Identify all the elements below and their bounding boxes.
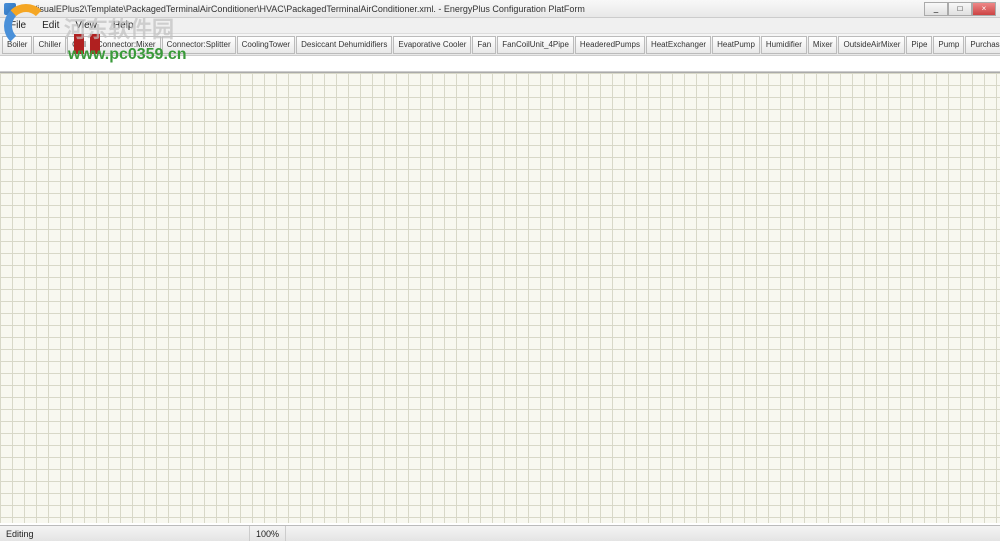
tool-coil[interactable]: Coil: [67, 36, 91, 54]
status-zoom: 100%: [250, 526, 286, 541]
app-icon: [4, 3, 16, 15]
tool-chiller[interactable]: Chiller: [33, 36, 66, 54]
window-title: D:\VisualEPlus2\Template\PackagedTermina…: [20, 4, 924, 14]
tool-fancoil-4pipe[interactable]: FanCoilUnit_4Pipe: [497, 36, 574, 54]
statusbar: Editing 100%: [0, 525, 1000, 541]
tool-humidifier[interactable]: Humidifier: [761, 36, 807, 54]
status-mode: Editing: [0, 526, 250, 541]
tool-desiccant-dehumidifiers[interactable]: Desiccant Dehumidifiers: [296, 36, 392, 54]
maximize-button[interactable]: □: [948, 2, 972, 16]
tool-connector-mixer[interactable]: Connector:Mixer: [92, 36, 161, 54]
window-titlebar: D:\VisualEPlus2\Template\PackagedTermina…: [0, 0, 1000, 18]
menu-edit[interactable]: Edit: [34, 19, 67, 32]
minimize-button[interactable]: _: [924, 2, 948, 16]
ruler-area: [0, 56, 1000, 72]
close-button[interactable]: ×: [972, 2, 996, 16]
menu-help[interactable]: Help: [105, 19, 142, 32]
tool-mixer[interactable]: Mixer: [808, 36, 838, 54]
component-toolbar: Boiler Chiller Coil Connector:Mixer Conn…: [0, 34, 1000, 56]
menu-file[interactable]: File: [2, 19, 34, 32]
window-controls: _ □ ×: [924, 2, 996, 16]
tool-purchased[interactable]: Purchased: [965, 36, 1000, 54]
tool-boiler[interactable]: Boiler: [2, 36, 32, 54]
tool-pipe[interactable]: Pipe: [906, 36, 932, 54]
tool-connector-splitter[interactable]: Connector:Splitter: [162, 36, 236, 54]
tool-cooling-tower[interactable]: CoolingTower: [237, 36, 295, 54]
tool-headered-pumps[interactable]: HeaderedPumps: [575, 36, 645, 54]
design-canvas[interactable]: [0, 72, 1000, 523]
menubar: File Edit View Help: [0, 18, 1000, 34]
tool-heat-exchanger[interactable]: HeatExchanger: [646, 36, 711, 54]
tool-fan[interactable]: Fan: [472, 36, 496, 54]
tool-heat-pump[interactable]: HeatPump: [712, 36, 760, 54]
tool-evaporative-cooler[interactable]: Evaporative Cooler: [393, 36, 471, 54]
tool-pump[interactable]: Pump: [933, 36, 964, 54]
tool-outside-air-mixer[interactable]: OutsideAirMixer: [838, 36, 905, 54]
menu-view[interactable]: View: [67, 19, 105, 32]
